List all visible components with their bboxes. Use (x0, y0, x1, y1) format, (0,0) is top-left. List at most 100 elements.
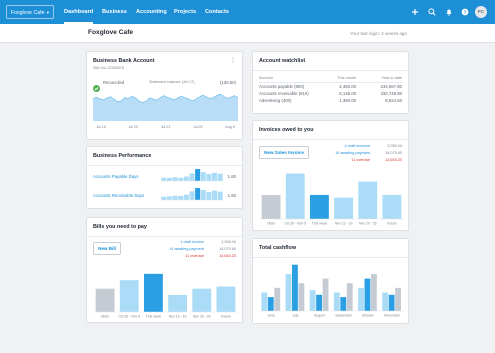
cashflow-bar[interactable] (267, 297, 274, 311)
page-title: Foxglove Cafe (88, 29, 134, 36)
x-tick-label: July (292, 314, 298, 318)
sparkline-bar (161, 196, 167, 200)
invoices-draft-label[interactable]: 4 draft invoices (344, 144, 370, 148)
sparkline-bar (200, 190, 206, 200)
cashflow-bar[interactable] (382, 292, 389, 311)
bills-to-pay-card: Bills you need to pay New Bill 1 draft i… (86, 217, 243, 323)
x-tick-label: Nov 20 - 26 (193, 315, 211, 319)
search-icon[interactable] (427, 7, 437, 17)
nav-contacts[interactable]: Contacts (205, 0, 229, 24)
chart-bar[interactable] (358, 181, 378, 219)
cashflow-bar[interactable] (298, 283, 305, 311)
divider (87, 236, 242, 237)
bills-to-pay-title[interactable]: Bills you need to pay (93, 224, 147, 230)
statement-balance-label: Statement balance (Jul 17) (149, 80, 195, 84)
total-cashflow-title[interactable]: Total cashflow (259, 245, 296, 251)
bank-account-title[interactable]: Business Bank Account (93, 58, 155, 64)
chart-bar[interactable] (95, 288, 115, 312)
chart-bar[interactable] (382, 194, 402, 219)
cashflow-bar[interactable] (340, 297, 347, 311)
accounts-payable-days-link[interactable]: Accounts Payable Days (93, 174, 138, 179)
watchlist-row-account[interactable]: Accounts payable (800) (259, 84, 304, 89)
help-icon[interactable]: ? (460, 7, 470, 17)
invoices-overdue-label[interactable]: 11 overdue (351, 158, 370, 162)
last-login-text: Your last login: 2 weeks ago (349, 31, 407, 36)
more-options-icon[interactable]: ⋮ (230, 57, 236, 64)
cashflow-bar[interactable] (274, 287, 281, 311)
business-performance-card: Business Performance Accounts Payable Da… (86, 146, 243, 209)
x-tick-label: Oct 30 - Nov 5 (118, 315, 140, 319)
chart-bar[interactable] (285, 173, 305, 219)
watchlist-header-this-month: This month (337, 76, 356, 80)
bank-balance-chart: Jul 16 Jul 20 Jul 23 Jul 25 Aug 6 (92, 93, 239, 129)
chart-bar[interactable] (192, 288, 212, 312)
cashflow-bar[interactable] (346, 283, 353, 311)
check-circle-icon (93, 79, 100, 92)
chart-bar[interactable] (119, 280, 139, 312)
x-tick-label: Older (101, 315, 110, 319)
nav-business[interactable]: Business (102, 0, 127, 24)
cashflow-bar[interactable] (322, 278, 329, 311)
statement-balance-value: (130.60) (219, 80, 236, 85)
sparkline-bar (172, 195, 178, 200)
notifications-bell-icon[interactable] (444, 7, 454, 17)
account-watchlist-card: Account watchlist Account This month Yea… (252, 51, 409, 114)
cashflow-bar[interactable] (395, 287, 401, 311)
x-tick-label: June (267, 314, 274, 318)
chart-bar[interactable] (309, 194, 329, 219)
new-bill-button[interactable]: New Bill (93, 242, 121, 255)
sparkline-bar (217, 173, 223, 181)
x-tick-label: Oct 30 - Nov 5 (284, 222, 306, 226)
chart-bar[interactable] (168, 295, 188, 312)
cashflow-chart: June July August September October November (259, 264, 404, 318)
sparkline-bar (178, 177, 184, 181)
bills-overdue-label[interactable]: 11 overdue (185, 254, 204, 258)
cashflow-bar[interactable] (309, 290, 316, 311)
cashflow-bar[interactable] (261, 292, 268, 311)
bills-awaiting-value: 18,075.65 (219, 247, 236, 251)
cashflow-bar[interactable] (285, 273, 292, 311)
chart-bar[interactable] (261, 194, 281, 219)
add-icon[interactable] (410, 7, 420, 17)
nav-projects[interactable]: Projects (174, 0, 196, 24)
user-avatar[interactable]: FC (475, 6, 487, 18)
x-tick-label: Future (221, 315, 231, 319)
invoices-awaiting-label[interactable]: 15 awaiting payment (335, 151, 370, 155)
invoices-aging-chart: Older Oct 30 - Nov 5 This week Nov 13 - 19 N… (259, 173, 404, 226)
sparkline-bar (166, 196, 172, 200)
bills-overdue-value: 14,653.20 (219, 254, 236, 258)
watchlist-row-ytd: 432,748.80 (380, 91, 402, 96)
watchlist-row-account[interactable]: Advertising (400) (259, 98, 291, 103)
organisation-switcher-button[interactable]: Foxglove Cafe ▾ (6, 5, 54, 19)
business-performance-title[interactable]: Business Performance (93, 153, 151, 159)
nav-accounting[interactable]: Accounting (136, 0, 167, 24)
chart-bar[interactable] (334, 197, 354, 219)
cashflow-bar[interactable] (358, 287, 364, 311)
cashflow-bar[interactable] (388, 294, 395, 311)
watchlist-row-account[interactable]: Accounts receivable (610) (259, 91, 309, 96)
cashflow-bar[interactable] (292, 264, 298, 311)
accounts-receivable-days-link[interactable]: Accounts Receivable Days (93, 193, 144, 198)
bills-aging-chart: Older Oct 30 - Nov 5 This week Nov 13 - 19 N… (93, 273, 238, 319)
nav-dashboard[interactable]: Dashboard (64, 0, 94, 24)
chart-bar[interactable] (216, 286, 236, 312)
bank-account-card: Business Bank Account 306-0m-12345678 ⋮ … (86, 51, 243, 140)
invoices-owed-card: Invoices owed to you New Sales Invoice 4… (252, 120, 409, 231)
cashflow-bar[interactable] (316, 294, 323, 311)
org-switcher-label: Foxglove Cafe (11, 10, 45, 16)
cashflow-bar[interactable] (364, 278, 371, 311)
invoices-owed-title[interactable]: Invoices owed to you (259, 127, 314, 133)
chart-bar[interactable] (143, 273, 163, 312)
balance-area (93, 94, 238, 121)
bills-awaiting-label[interactable]: 14 awaiting payment (169, 247, 204, 251)
cashflow-bar[interactable] (370, 273, 377, 311)
watchlist-row-this-month: 2,450.00 (339, 84, 356, 89)
sparkline-bar (172, 177, 178, 181)
new-sales-invoice-button[interactable]: New Sales Invoice (259, 146, 309, 159)
sparkline-bar (189, 173, 195, 181)
cashflow-bar[interactable] (333, 292, 340, 311)
invoices-awaiting-value: 18,075.65 (385, 151, 402, 155)
bills-draft-label[interactable]: 1 draft invoice (180, 240, 204, 244)
divider (253, 139, 408, 140)
account-watchlist-title[interactable]: Account watchlist (259, 58, 305, 64)
